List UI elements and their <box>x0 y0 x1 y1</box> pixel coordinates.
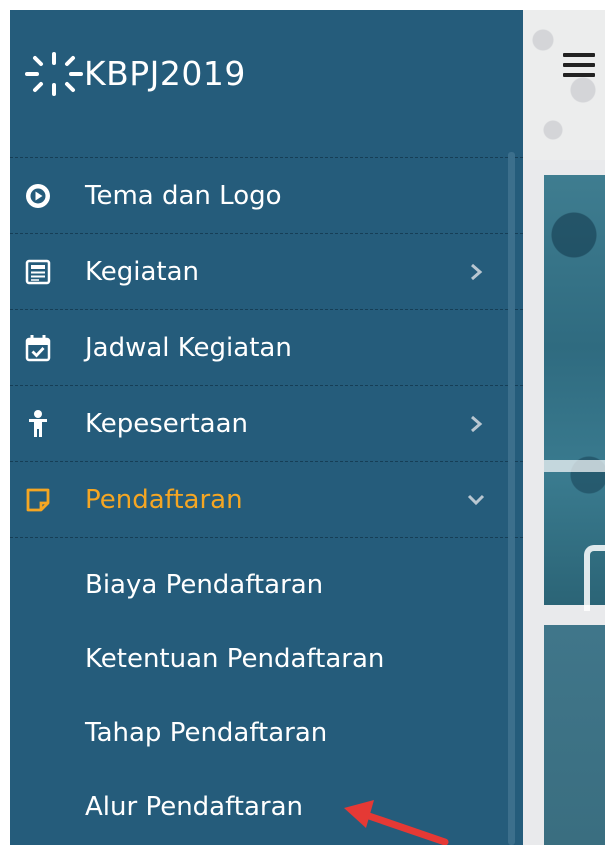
hero-banner-image <box>544 175 605 611</box>
hamburger-menu-icon[interactable] <box>563 53 595 81</box>
chevron-right-icon <box>465 261 487 283</box>
sidebar-item-tema-dan-logo[interactable]: Tema dan Logo <box>10 158 523 234</box>
sidebar-item-kepesertaan[interactable]: Kepesertaan <box>10 386 523 462</box>
logo-burst-icon <box>25 52 83 96</box>
play-circle-icon <box>23 181 53 211</box>
sidebar: KBPJ2019 Tema dan Logo Kegiatan Jadwal K… <box>10 10 523 845</box>
sticky-note-icon <box>23 485 53 515</box>
sidebar-item-label: Kepesertaan <box>85 408 249 439</box>
submenu-item-biaya-pendaftaran[interactable]: Biaya Pendaftaran <box>10 548 523 622</box>
sidebar-scrollbar[interactable] <box>508 152 515 845</box>
person-icon <box>23 409 53 439</box>
brand[interactable]: KBPJ2019 <box>10 10 523 158</box>
submenu-item-tahap-pendaftaran[interactable]: Tahap Pendaftaran <box>10 696 523 770</box>
sidebar-item-label: Kegiatan <box>85 256 200 287</box>
newspaper-icon <box>23 257 53 287</box>
header-pattern <box>523 10 605 160</box>
submenu-item-ketentuan-pendaftaran[interactable]: Ketentuan Pendaftaran <box>10 622 523 696</box>
sidebar-item-kegiatan[interactable]: Kegiatan <box>10 234 523 310</box>
sidebar-item-label: Jadwal Kegiatan <box>85 332 292 363</box>
main-content-area <box>523 10 605 845</box>
chevron-down-icon <box>465 489 487 511</box>
annotation-arrow-icon <box>344 800 449 845</box>
sidebar-item-label: Pendaftaran <box>85 484 243 515</box>
sidebar-item-jadwal-kegiatan[interactable]: Jadwal Kegiatan <box>10 310 523 386</box>
chevron-right-icon <box>465 413 487 435</box>
brand-name: KBPJ2019 <box>84 54 246 93</box>
sidebar-item-label: Tema dan Logo <box>85 180 282 211</box>
sidebar-item-pendaftaran[interactable]: Pendaftaran <box>10 462 523 538</box>
secondary-banner-image <box>544 625 605 845</box>
calendar-check-icon <box>23 333 53 363</box>
